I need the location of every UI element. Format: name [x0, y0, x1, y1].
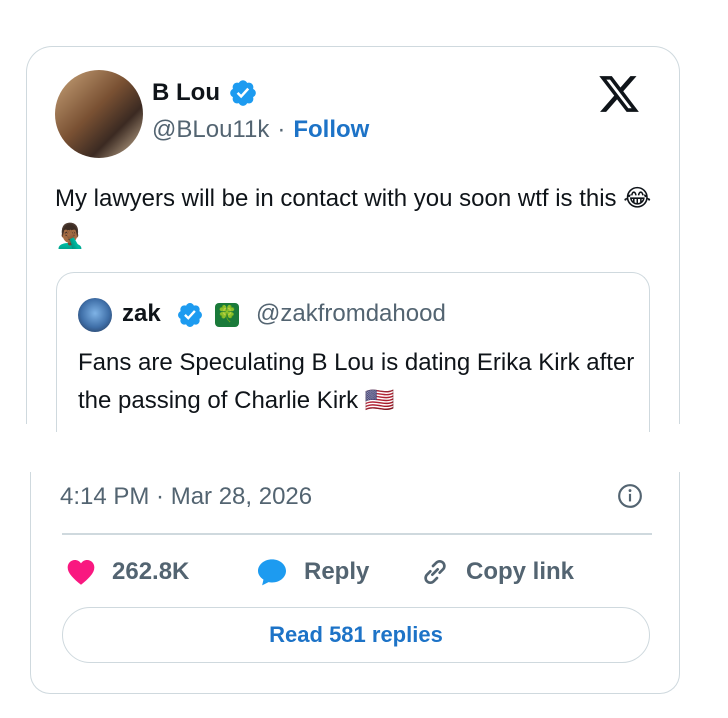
author-avatar[interactable]: [55, 70, 143, 158]
quote-affiliate-badge: 🍀: [215, 303, 239, 327]
tweet-timestamp[interactable]: 4:14 PM · Mar 28, 2026: [60, 483, 312, 511]
reply-button[interactable]: Reply: [254, 556, 369, 588]
author-name-row: B Lou: [152, 78, 258, 108]
copy-link-label: Copy link: [466, 558, 575, 585]
verified-badge-icon: [230, 80, 256, 106]
divider: [62, 533, 652, 535]
link-icon: [424, 559, 446, 585]
separator: ·: [277, 116, 286, 143]
x-logo-icon[interactable]: [596, 72, 642, 116]
quote-text: Fans are Speculating B Lou is dating Eri…: [78, 349, 635, 414]
quote-author-handle: @zakfromdahood: [256, 300, 446, 327]
quote-author-avatar: [78, 298, 112, 332]
author-name[interactable]: B Lou: [152, 79, 220, 107]
reply-label: Reply: [304, 558, 370, 585]
tweet-text: My lawyers will be in contact with you s…: [55, 185, 652, 250]
follow-button[interactable]: Follow: [293, 116, 369, 144]
like-count: 262.8K: [112, 558, 190, 585]
heart-icon: [67, 560, 95, 585]
copy-link-button[interactable]: Copy link: [418, 556, 574, 588]
quote-author-name: zak: [122, 300, 161, 327]
reply-bubble-icon: [258, 559, 286, 586]
verified-badge-icon: [178, 303, 202, 327]
info-icon[interactable]: [617, 483, 643, 509]
author-handle[interactable]: @BLou11k: [152, 116, 269, 144]
read-replies-button[interactable]: Read 581 replies: [62, 607, 650, 663]
like-button[interactable]: 262.8K: [64, 556, 189, 588]
author-handle-row: @BLou11k · Follow: [152, 116, 369, 144]
